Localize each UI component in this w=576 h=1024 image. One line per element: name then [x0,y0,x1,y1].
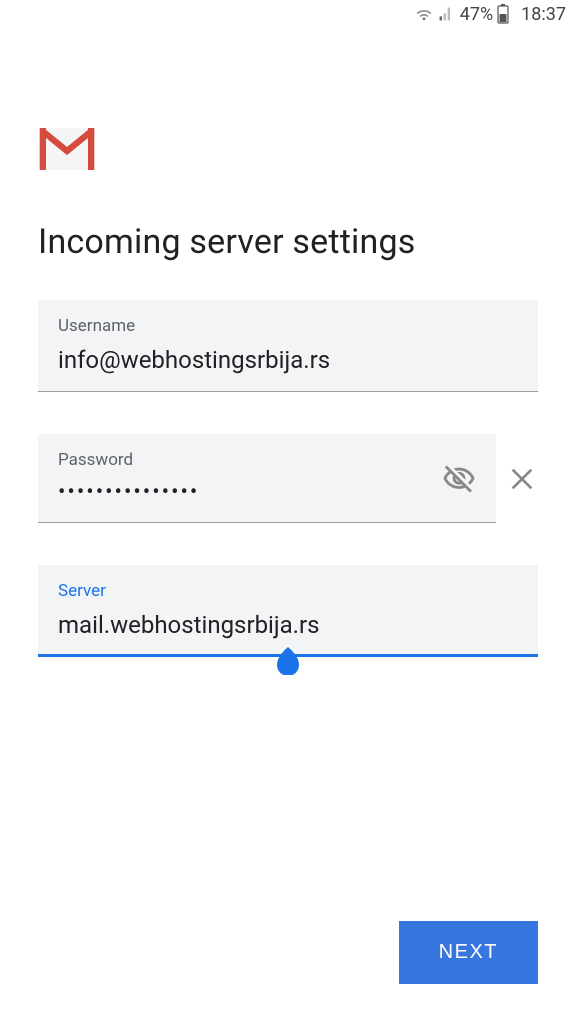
text-cursor-handle-icon[interactable] [273,645,303,675]
gmail-icon [38,128,96,170]
status-bar: 47% 18:37 [0,0,576,28]
field-underline [38,522,496,524]
battery-percentage: 47% [460,4,493,25]
field-underline [38,391,538,393]
password-row: Password ••••••••••••••• [38,434,538,523]
battery-icon [497,4,509,24]
username-value[interactable]: info@webhostingsrbija.rs [58,346,518,382]
server-field[interactable]: Server mail.webhostingsrbija.rs [38,565,538,657]
close-icon[interactable] [506,463,538,495]
visibility-off-icon[interactable] [442,462,476,496]
status-icons: 47% 18:37 [414,4,566,25]
page-title: Incoming server settings [38,222,538,262]
password-label: Password [58,450,476,470]
status-time: 18:37 [521,4,566,25]
username-field[interactable]: Username info@webhostingsrbija.rs [38,300,538,392]
username-label: Username [58,316,518,336]
password-field[interactable]: Password ••••••••••••••• [38,434,496,523]
server-value[interactable]: mail.webhostingsrbija.rs [58,611,518,647]
signal-icon [438,6,454,22]
wifi-icon [414,6,434,22]
password-value[interactable]: ••••••••••••••• [58,480,476,513]
server-label: Server [58,581,518,601]
content: Incoming server settings Username info@w… [0,28,576,657]
next-button[interactable]: NEXT [399,921,538,984]
